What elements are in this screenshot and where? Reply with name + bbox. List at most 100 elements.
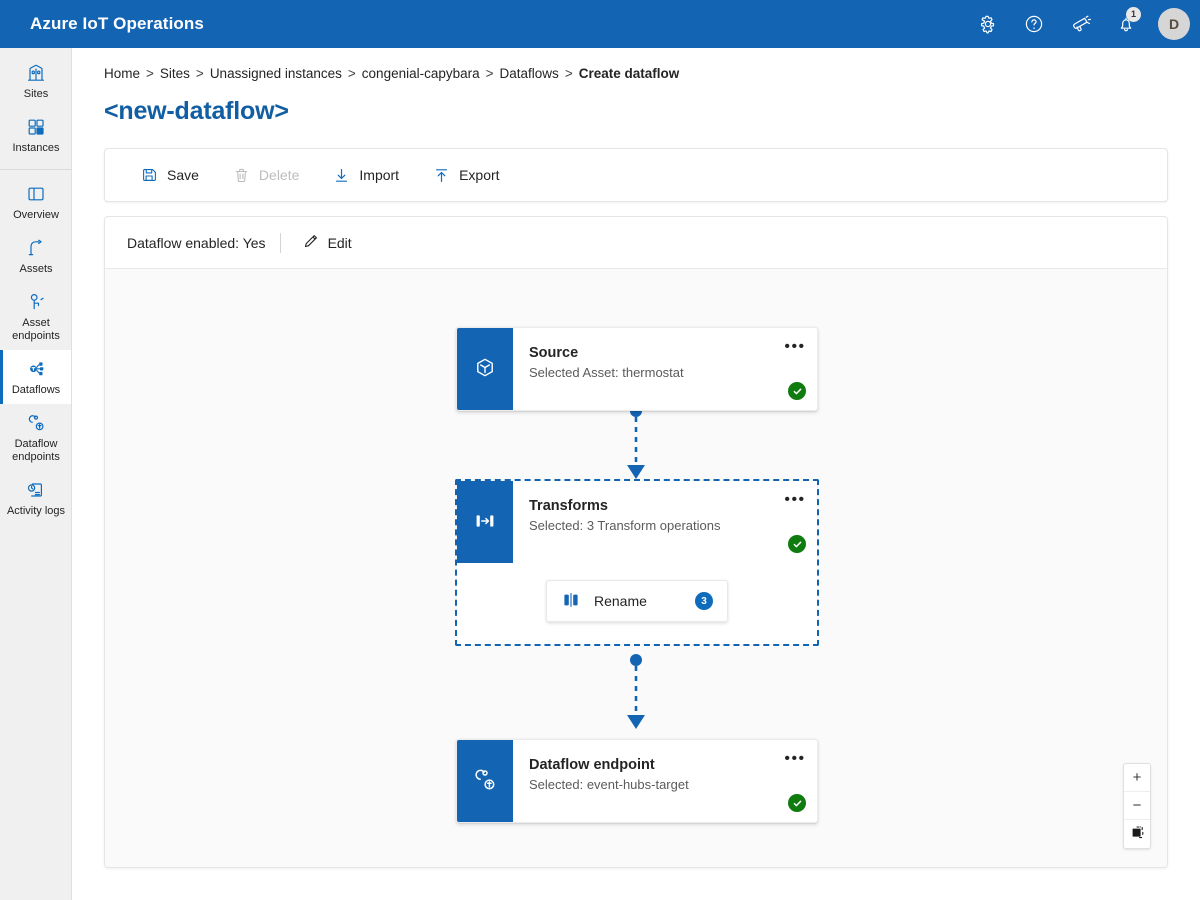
feedback-button[interactable] — [1060, 4, 1100, 44]
edit-label: Edit — [327, 234, 352, 251]
page-title: <new-dataflow> — [104, 97, 289, 125]
export-arrow-up-icon — [433, 167, 450, 184]
dataflow-endpoints-icon — [26, 413, 46, 433]
breadcrumb-item-home[interactable]: Home — [104, 66, 140, 81]
command-bar-panel: Save Delete Import Export — [104, 148, 1168, 202]
breadcrumb-item-dataflows[interactable]: Dataflows — [500, 66, 559, 81]
delete-button: Delete — [219, 158, 313, 192]
command-bar: Save Delete Import Export — [105, 149, 1167, 201]
sidebar-item-assets[interactable]: Assets — [0, 229, 71, 283]
connector-arrow-transforms-in — [627, 465, 645, 479]
app-header: Azure IoT Operations 1 D — [0, 0, 1200, 48]
node-transforms[interactable]: ••• Transforms Selected: 3 Transform ope… — [457, 481, 817, 563]
breadcrumb: Home > Sites > Unassigned instances > co… — [72, 48, 1200, 81]
node-title: Dataflow endpoint — [529, 757, 655, 773]
sidebar-item-label: Dataflow endpoints — [12, 438, 60, 463]
dataflow-canvas[interactable]: ••• Source Selected Asset: thermostat ••… — [105, 269, 1167, 867]
asset-endpoints-icon — [26, 292, 46, 312]
save-label: Save — [167, 167, 199, 183]
delete-label: Delete — [258, 167, 300, 183]
transform-operation-label: Rename — [594, 593, 647, 609]
breadcrumb-separator: > — [347, 66, 356, 81]
left-navigation: Sites Instances Overview Assets Asset en… — [0, 48, 72, 900]
sidebar-divider — [0, 169, 71, 170]
activity-logs-icon — [26, 480, 46, 500]
user-avatar[interactable]: D — [1158, 8, 1190, 40]
canvas-zoom-controls: + − — [1123, 763, 1151, 849]
node-group-transforms[interactable]: ••• Transforms Selected: 3 Transform ope… — [455, 479, 819, 646]
notifications-button[interactable]: 1 — [1106, 4, 1146, 44]
zoom-out-button[interactable]: − — [1124, 792, 1150, 820]
settings-gear-button[interactable] — [968, 4, 1008, 44]
cube-icon — [472, 355, 498, 384]
endpoint-icon — [472, 767, 498, 796]
assets-icon — [26, 238, 46, 258]
sidebar-item-dataflow-endpoints[interactable]: Dataflow endpoints — [0, 404, 71, 471]
megaphone-icon — [1070, 14, 1091, 35]
breadcrumb-separator: > — [564, 66, 573, 81]
connector-handle-transforms-out — [630, 654, 642, 666]
node-overflow-menu-button[interactable]: ••• — [783, 490, 807, 510]
pencil-icon — [303, 233, 319, 252]
node-dataflow-endpoint[interactable]: ••• Dataflow endpoint Selected: event-hu… — [456, 739, 818, 823]
export-button[interactable]: Export — [419, 158, 513, 192]
transform-operation-rename[interactable]: Rename 3 — [546, 580, 728, 622]
status-badge-complete — [788, 535, 806, 553]
notification-count-badge: 1 — [1126, 7, 1141, 22]
status-badge-complete — [788, 382, 806, 400]
node-overflow-menu-button[interactable]: ••• — [783, 749, 807, 769]
help-button[interactable] — [1014, 4, 1054, 44]
node-overflow-menu-button[interactable]: ••• — [783, 337, 807, 357]
zoom-in-button[interactable]: + — [1124, 764, 1150, 792]
sites-icon — [26, 63, 46, 83]
node-body: ••• Source Selected Asset: thermostat — [513, 328, 817, 410]
sidebar-item-sites[interactable]: Sites — [0, 54, 71, 108]
sidebar-item-dataflows[interactable]: Dataflows — [0, 350, 71, 404]
transform-operations-list: Rename 3 — [457, 563, 817, 644]
fit-to-view-button[interactable] — [1124, 820, 1150, 848]
sidebar-item-label: Asset endpoints — [12, 317, 60, 342]
dataflows-icon — [26, 359, 46, 379]
node-body: ••• Transforms Selected: 3 Transform ope… — [513, 481, 817, 563]
breadcrumb-item-instance[interactable]: congenial-capybara — [362, 66, 480, 81]
dataflow-enabled-status: Dataflow enabled: Yes — [127, 234, 266, 251]
header-actions: 1 D — [968, 4, 1200, 44]
trash-icon — [233, 167, 250, 184]
node-body: ••• Dataflow endpoint Selected: event-hu… — [513, 740, 817, 822]
edit-dataflow-enabled-button[interactable]: Edit — [295, 228, 360, 257]
export-label: Export — [459, 167, 500, 183]
node-icon-panel — [457, 328, 513, 410]
node-icon-panel — [457, 481, 513, 563]
transform-icon — [472, 508, 498, 537]
app-brand-title: Azure IoT Operations — [30, 14, 204, 33]
breadcrumb-separator: > — [485, 66, 494, 81]
sidebar-item-instances[interactable]: Instances — [0, 108, 71, 162]
breadcrumb-item-current: Create dataflow — [578, 66, 680, 81]
dataflow-designer-panel: Dataflow enabled: Yes Edit ••• Source Se… — [104, 216, 1168, 868]
sidebar-item-asset-endpoints[interactable]: Asset endpoints — [0, 283, 71, 350]
divider — [279, 232, 281, 253]
sidebar-item-label: Activity logs — [6, 505, 66, 517]
dataflow-enabled-bar: Dataflow enabled: Yes Edit — [105, 217, 1167, 269]
main-content: Home > Sites > Unassigned instances > co… — [72, 48, 1200, 900]
import-button[interactable]: Import — [319, 158, 413, 192]
rename-icon — [561, 590, 581, 613]
node-icon-panel — [457, 740, 513, 822]
sidebar-item-label: Overview — [13, 209, 59, 221]
node-subtitle: Selected: event-hubs-target — [529, 777, 689, 792]
sidebar-item-overview[interactable]: Overview — [0, 175, 71, 229]
sidebar-item-label: Instances — [12, 142, 60, 154]
gear-icon — [978, 14, 998, 34]
node-title: Source — [529, 345, 579, 361]
connector-arrow-endpoint-in — [627, 715, 645, 729]
sidebar-item-label: Dataflows — [11, 384, 61, 396]
sidebar-item-activity-logs[interactable]: Activity logs — [0, 471, 71, 525]
breadcrumb-item-unassigned-instances[interactable]: Unassigned instances — [210, 66, 342, 81]
breadcrumb-item-sites[interactable]: Sites — [160, 66, 190, 81]
help-icon — [1024, 14, 1044, 34]
import-label: Import — [359, 167, 400, 183]
node-source[interactable]: ••• Source Selected Asset: thermostat — [456, 327, 818, 411]
status-badge-complete — [788, 794, 806, 812]
save-button[interactable]: Save — [127, 158, 213, 192]
sidebar-item-label: Assets — [19, 263, 53, 275]
